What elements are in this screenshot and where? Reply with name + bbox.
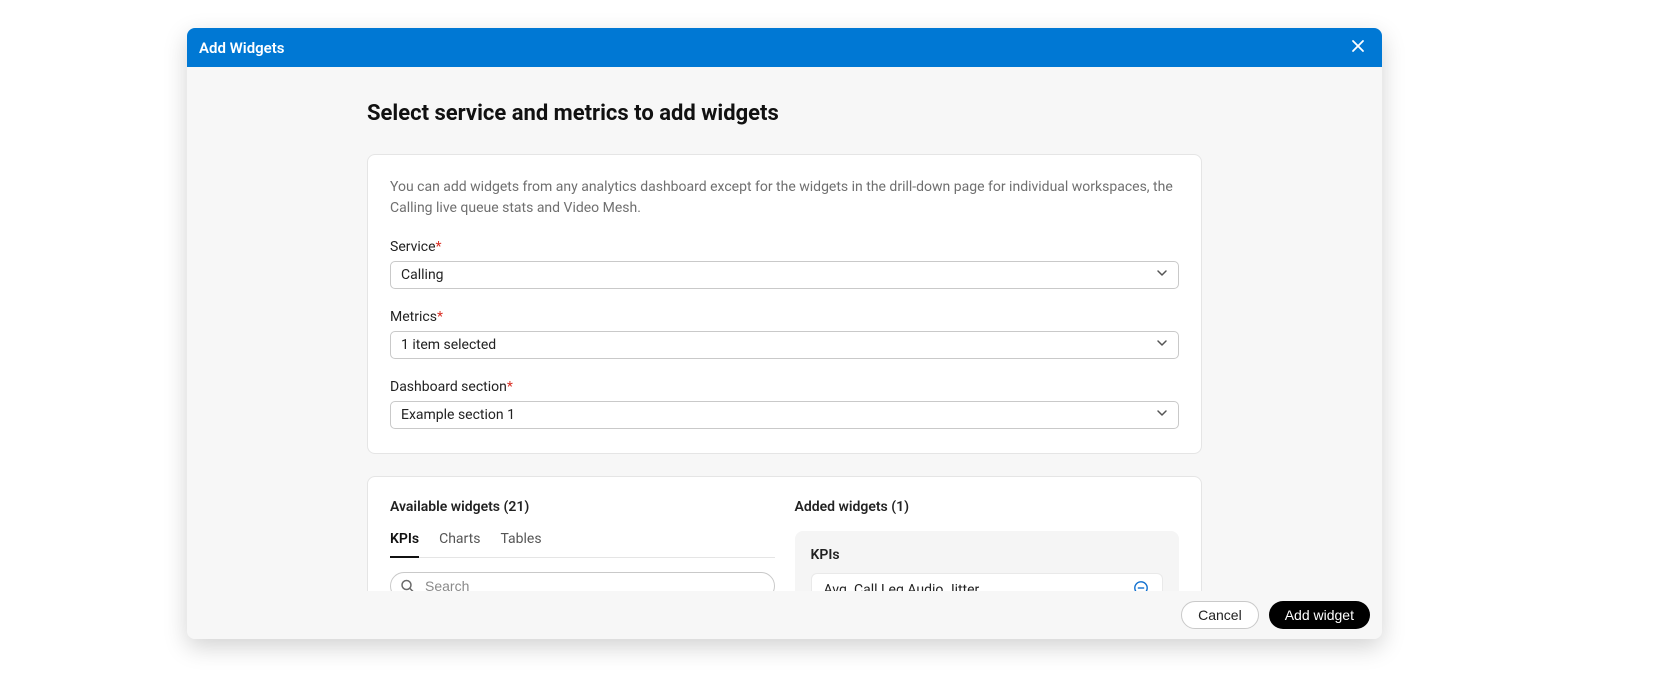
modal-body: Select service and metrics to add widget… xyxy=(187,67,1382,591)
chevron-down-icon xyxy=(1156,337,1168,353)
metrics-value: 1 item selected xyxy=(401,337,496,353)
required-mark: * xyxy=(436,239,442,255)
widget-tabs: KPIs Charts Tables xyxy=(390,531,775,558)
added-widgets-column: Added widgets (1) KPIs Avg. Call Leg Aud… xyxy=(795,499,1180,591)
added-section-title: KPIs xyxy=(811,547,1164,563)
widgets-panel: Available widgets (21) KPIs Charts Table… xyxy=(367,476,1202,591)
metrics-select[interactable]: 1 item selected xyxy=(390,331,1179,359)
metrics-label: Metrics* xyxy=(390,309,1179,325)
add-widgets-modal: Add Widgets Select service and metrics t… xyxy=(187,28,1382,639)
service-label-text: Service xyxy=(390,239,436,255)
tab-charts[interactable]: Charts xyxy=(439,531,480,558)
metrics-label-text: Metrics xyxy=(390,309,437,325)
remove-widget-button[interactable] xyxy=(1132,581,1150,591)
close-button[interactable] xyxy=(1346,36,1370,60)
modal-footer: Cancel Add widget xyxy=(187,591,1382,639)
dashboard-section-select[interactable]: Example section 1 xyxy=(390,401,1179,429)
service-value: Calling xyxy=(401,267,444,283)
added-widgets-panel: KPIs Avg. Call Leg Audio Jitter xyxy=(795,531,1180,591)
chevron-down-icon xyxy=(1156,407,1168,423)
close-icon xyxy=(1350,38,1366,58)
modal-title: Add Widgets xyxy=(199,39,285,57)
info-text: You can add widgets from any analytics d… xyxy=(390,177,1179,219)
added-widgets-title: Added widgets (1) xyxy=(795,499,1180,515)
chevron-down-icon xyxy=(1156,267,1168,283)
minus-circle-icon xyxy=(1133,580,1149,591)
add-widget-button[interactable]: Add widget xyxy=(1269,601,1370,629)
dashboard-section-label-text: Dashboard section xyxy=(390,379,507,395)
search-icon xyxy=(400,579,415,592)
service-select[interactable]: Calling xyxy=(390,261,1179,289)
tab-kpis[interactable]: KPIs xyxy=(390,531,419,558)
available-widgets-column: Available widgets (21) KPIs Charts Table… xyxy=(390,499,775,591)
search-wrapper xyxy=(390,572,775,591)
selection-panel: You can add widgets from any analytics d… xyxy=(367,154,1202,454)
cancel-button[interactable]: Cancel xyxy=(1181,601,1259,629)
added-widget-label: Avg. Call Leg Audio Jitter xyxy=(824,582,980,591)
required-mark: * xyxy=(507,379,513,395)
available-widgets-title: Available widgets (21) xyxy=(390,499,775,515)
dashboard-section-value: Example section 1 xyxy=(401,407,515,423)
dashboard-section-label: Dashboard section* xyxy=(390,379,1179,395)
service-label: Service* xyxy=(390,239,1179,255)
modal-header: Add Widgets xyxy=(187,28,1382,67)
search-input[interactable] xyxy=(390,572,775,591)
required-mark: * xyxy=(437,309,443,325)
added-widget-item: Avg. Call Leg Audio Jitter xyxy=(811,573,1164,591)
tab-tables[interactable]: Tables xyxy=(500,531,541,558)
page-heading: Select service and metrics to add widget… xyxy=(367,101,1202,126)
